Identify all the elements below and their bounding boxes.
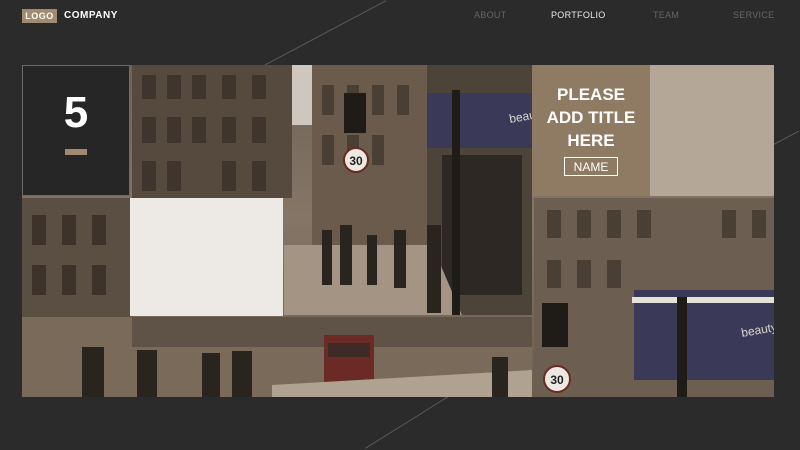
title-text: PLEASE ADD TITLE HERE [532,83,650,152]
speed-sign-text: 30 [349,154,363,168]
title-line-3: HERE [567,131,615,150]
company-name: COMPANY [64,10,118,21]
title-line-2: ADD TITLE [546,108,636,127]
decorative-diagonal-line [262,0,387,67]
tan-panel [650,65,774,196]
decorative-diagonal-line [365,389,459,449]
title-line-1: PLEASE [556,85,626,104]
slide-number: 5 [63,88,89,137]
nav-portfolio[interactable]: PORTFOLIO [551,10,606,20]
title-block: PLEASE ADD TITLE HERE NAME [532,65,650,196]
nav-about[interactable]: ABOUT [474,10,507,20]
name-button[interactable]: NAME [564,157,618,176]
logo-badge[interactable]: LOGO [22,9,57,23]
accent-bar [65,149,87,155]
light-panel [130,198,283,316]
nav-service[interactable]: SERVICE [733,10,774,20]
nav-team[interactable]: TEAM [653,10,679,20]
speed-sign-text-lower: 30 [550,373,564,387]
slide-number-block: 5 [22,65,130,196]
